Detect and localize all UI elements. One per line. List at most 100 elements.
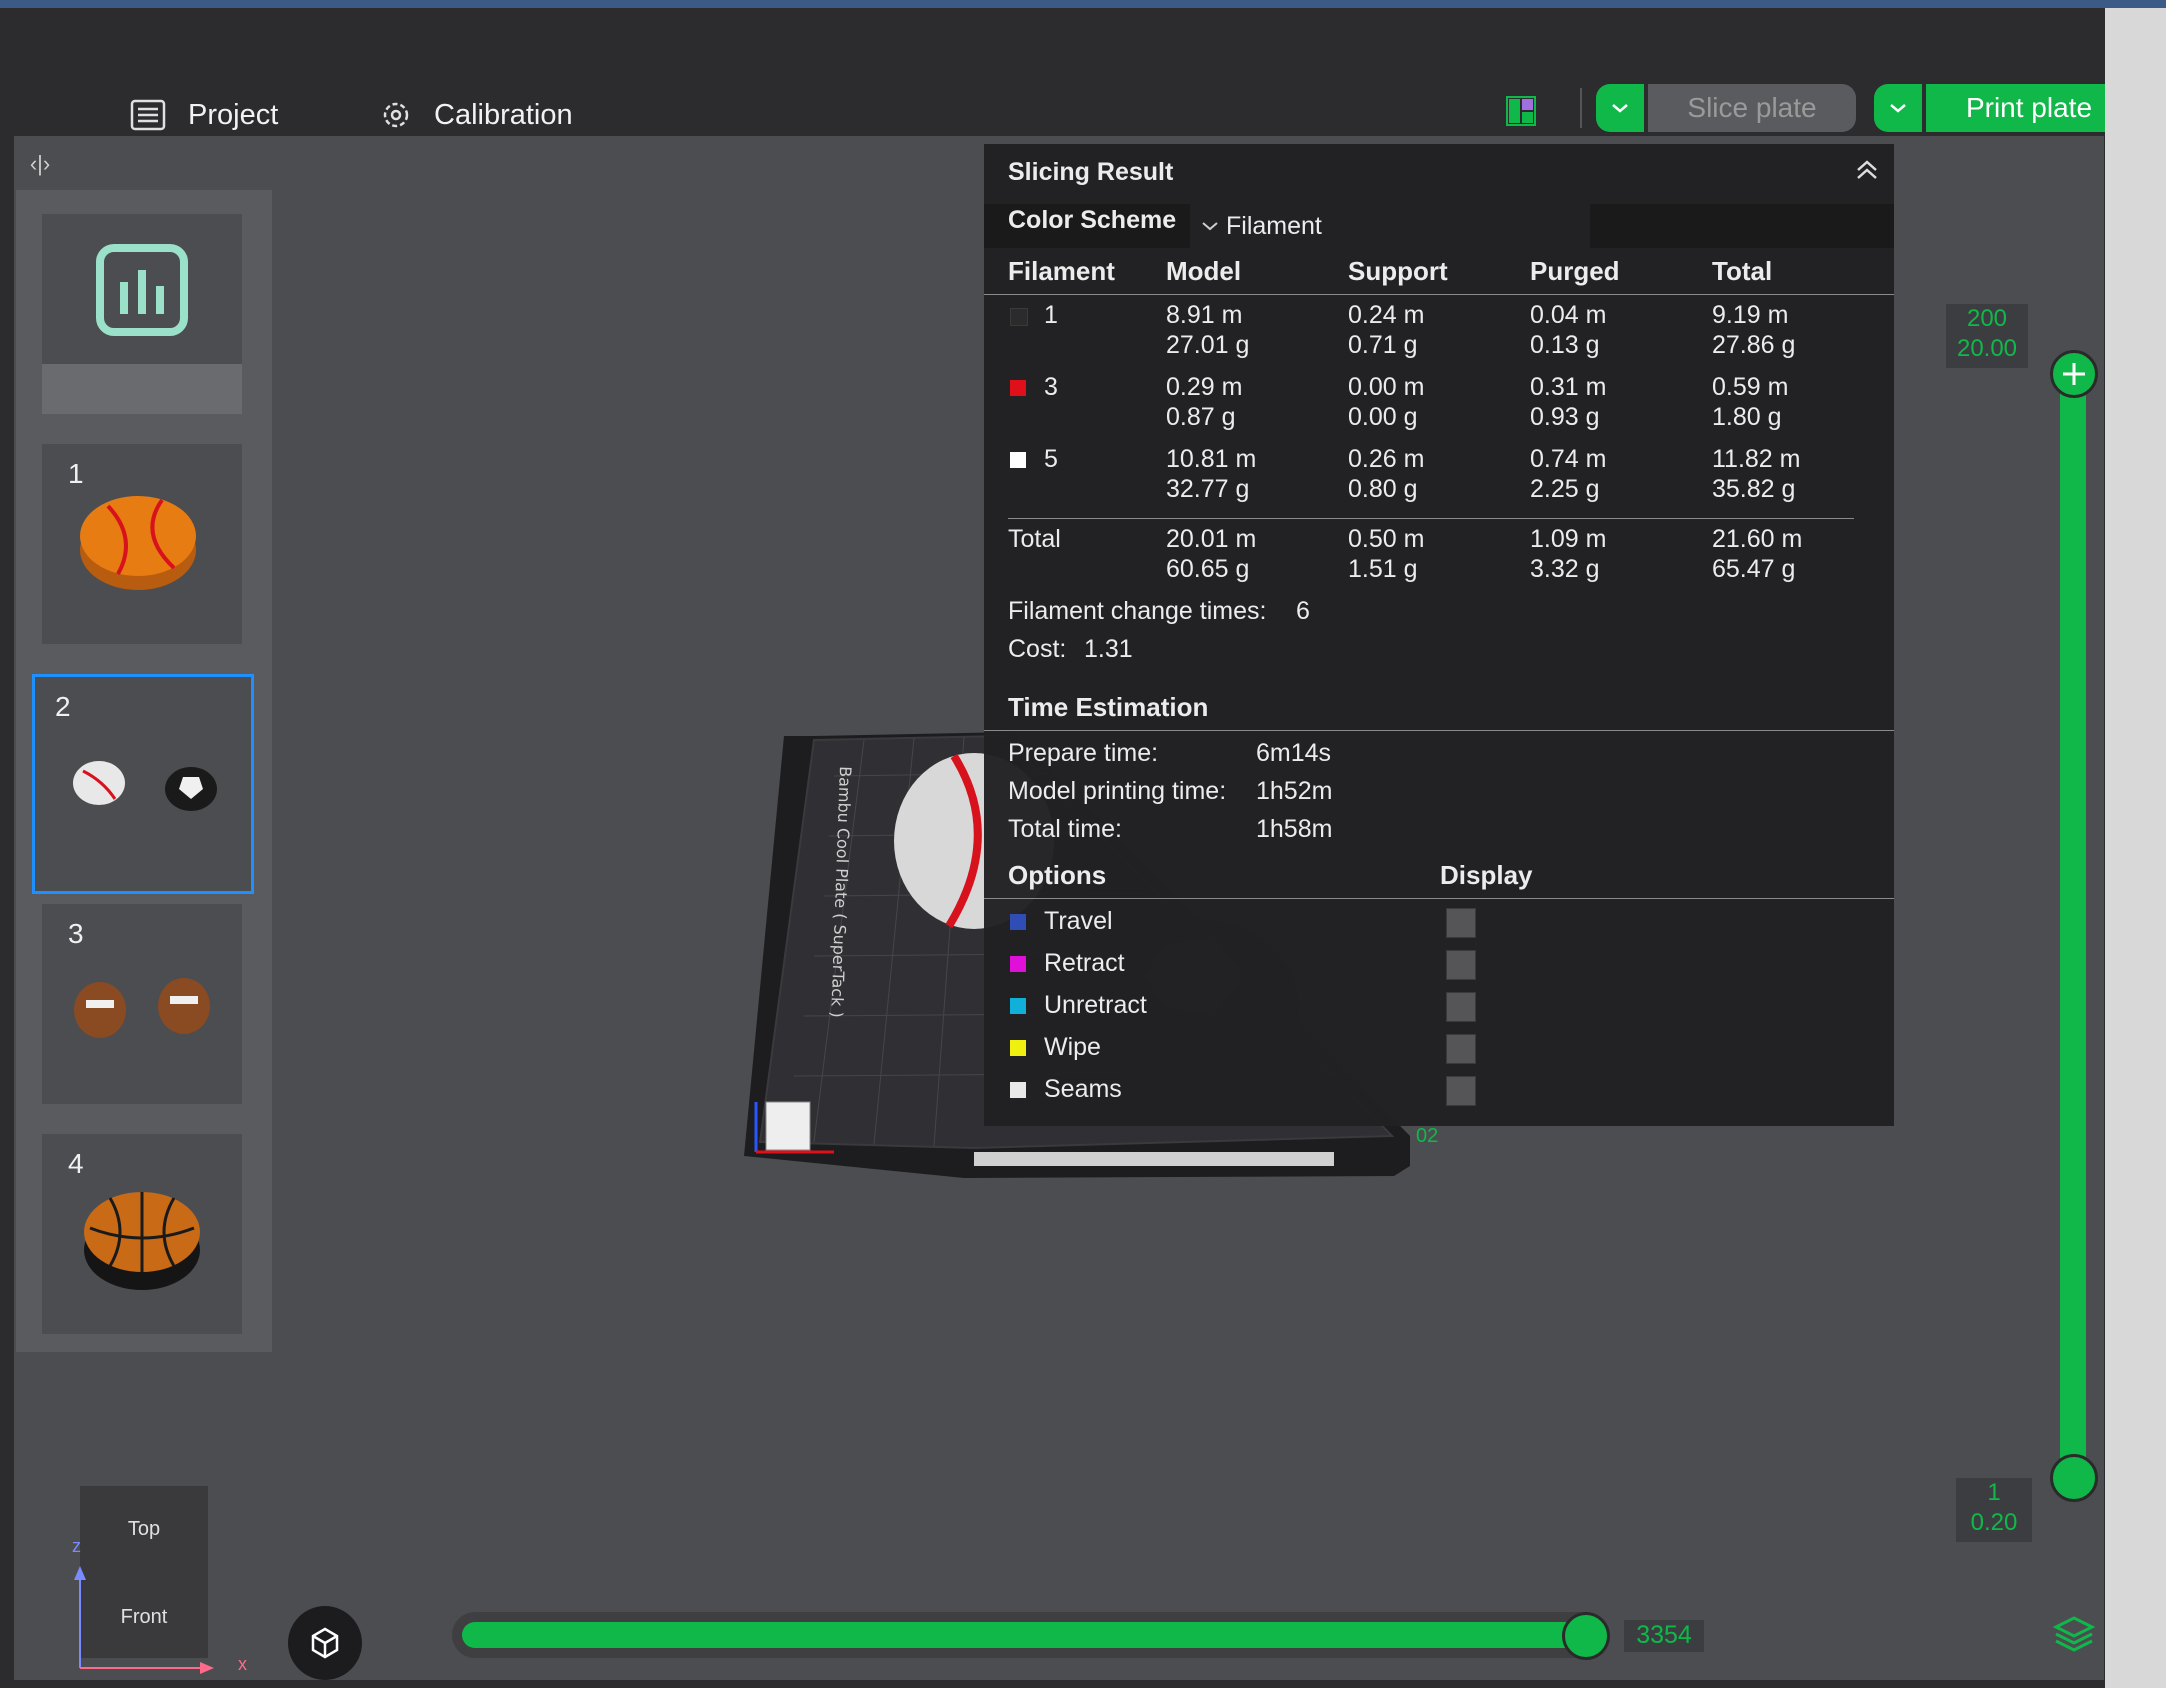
- plate-stats-bar: [42, 364, 242, 414]
- total-weight: 1.80 g: [1712, 403, 1782, 431]
- plate-thumb-1[interactable]: 1: [42, 444, 242, 644]
- unretract-color-swatch: [1010, 998, 1026, 1014]
- plate-number: 4: [68, 1148, 84, 1179]
- model-length: 8.91 m: [1166, 301, 1243, 329]
- view-top-label[interactable]: Top: [80, 1518, 208, 1541]
- support-length: 0.24 m: [1348, 301, 1425, 329]
- top-layer-handle[interactable]: [2050, 350, 2098, 398]
- print-options-dropdown[interactable]: [1874, 84, 1922, 132]
- total-purged-length: 1.09 m: [1530, 525, 1607, 553]
- plate-index-label: 02: [1416, 1125, 1438, 1147]
- total-time-label: Total time:: [1008, 815, 1122, 843]
- options-divider: [984, 898, 1894, 899]
- support-weight: 0.80 g: [1348, 475, 1418, 503]
- support-weight: 0.00 g: [1348, 403, 1418, 431]
- cost-value: 1.31: [1084, 635, 1133, 663]
- bottom-layer-handle[interactable]: [2050, 1454, 2098, 1502]
- total-weight: 27.86 g: [1712, 331, 1796, 359]
- move-slider[interactable]: [452, 1612, 1607, 1658]
- header-divider: [984, 294, 1894, 295]
- plate-thumb-2[interactable]: 2: [32, 674, 254, 894]
- top-layer-tag: 200 20.00: [1946, 304, 2028, 368]
- move-slider-value: 3354: [1624, 1620, 1704, 1652]
- time-divider: [984, 730, 1894, 731]
- chevron-down-icon: [1612, 104, 1628, 113]
- option-label: Retract: [1044, 949, 1125, 977]
- grand-total-weight: 65.47 g: [1712, 555, 1796, 583]
- calibration-menu[interactable]: Calibration: [380, 90, 573, 140]
- color-scheme-dropdown[interactable]: Filament: [1190, 204, 1590, 248]
- total-length: 11.82 m: [1712, 445, 1801, 473]
- move-slider-fill: [462, 1622, 1587, 1648]
- color-scheme-value: Filament: [1226, 212, 1322, 240]
- retract-display-checkbox[interactable]: [1446, 950, 1476, 980]
- model-time-value: 1h52m: [1256, 777, 1333, 805]
- filament-id: 5: [1044, 445, 1058, 473]
- layout-toggle-icon[interactable]: [1506, 96, 1536, 126]
- seams-color-swatch: [1010, 1082, 1026, 1098]
- unretract-display-checkbox[interactable]: [1446, 992, 1476, 1022]
- total-support-weight: 1.51 g: [1348, 555, 1418, 583]
- wipe-display-checkbox[interactable]: [1446, 1034, 1476, 1064]
- calibration-label: Calibration: [434, 98, 573, 131]
- chevron-down-icon: [1890, 104, 1906, 113]
- plus-icon: [2063, 363, 2085, 385]
- display-title: Display: [1440, 860, 1533, 890]
- seams-display-checkbox[interactable]: [1446, 1076, 1476, 1106]
- total-weight: 35.82 g: [1712, 475, 1796, 503]
- slice-options-dropdown[interactable]: [1596, 84, 1644, 132]
- x-axis-label: x: [238, 1654, 247, 1674]
- total-support-length: 0.50 m: [1348, 525, 1425, 553]
- top-layer-number: 200: [1966, 305, 2008, 332]
- header-support: Support: [1348, 256, 1448, 286]
- desktop-background: [2105, 8, 2166, 1688]
- total-model-weight: 60.65 g: [1166, 555, 1250, 583]
- purged-length: 0.74 m: [1530, 445, 1607, 473]
- window-top-strip: [0, 0, 2166, 8]
- filament-id: 1: [1044, 301, 1058, 329]
- model-weight: 32.77 g: [1166, 475, 1250, 503]
- chart-stats-icon: [96, 244, 188, 336]
- football-models: [74, 978, 210, 1038]
- move-slider-handle[interactable]: [1562, 1612, 1610, 1660]
- slicing-result-panel: Slicing Result Color Scheme Filament Fil…: [984, 144, 1894, 1126]
- collapse-chevron-up-icon[interactable]: [1854, 158, 1880, 182]
- options-title: Options: [1008, 860, 1107, 890]
- purged-weight: 0.13 g: [1530, 331, 1600, 359]
- project-label: Project: [188, 98, 279, 131]
- print-plate-button[interactable]: Print plate: [1926, 84, 2105, 132]
- purged-length: 0.31 m: [1530, 373, 1607, 401]
- project-menu[interactable]: Project: [130, 90, 278, 140]
- grand-total-length: 21.60 m: [1712, 525, 1803, 553]
- total-divider: [1008, 518, 1854, 519]
- purged-weight: 0.93 g: [1530, 403, 1600, 431]
- option-label: Seams: [1044, 1075, 1122, 1103]
- z-axis-label: z: [72, 1536, 81, 1556]
- reset-view-button[interactable]: [288, 1606, 362, 1680]
- total-row-label: Total: [1008, 525, 1061, 553]
- layer-range-slider[interactable]: [2060, 352, 2086, 1478]
- plate-thumb-3[interactable]: 3: [42, 904, 242, 1104]
- plate-number: 3: [68, 918, 84, 949]
- plate-thumb-4[interactable]: 4: [42, 1134, 242, 1334]
- calibration-gear-icon: [383, 102, 409, 128]
- travel-display-checkbox[interactable]: [1446, 908, 1476, 938]
- project-list-icon: [130, 99, 166, 131]
- baseball-soccer-models: [73, 761, 217, 811]
- layers-icon[interactable]: [2052, 1614, 2096, 1654]
- total-length: 9.19 m: [1712, 301, 1789, 329]
- sidebar-collapse-button[interactable]: ‹|›: [20, 148, 60, 180]
- total-model-length: 20.01 m: [1166, 525, 1257, 553]
- option-label: Wipe: [1044, 1033, 1101, 1061]
- option-label: Unretract: [1044, 991, 1147, 1019]
- model-weight: 27.01 g: [1166, 331, 1250, 359]
- slicing-result-title: Slicing Result: [1008, 158, 1174, 186]
- model-weight: 0.87 g: [1166, 403, 1236, 431]
- toolbar-divider: [1580, 88, 1582, 128]
- plate-stats-thumb[interactable]: [42, 214, 242, 414]
- baseball-orange-model: [80, 496, 196, 590]
- chevron-down-icon: [1202, 222, 1218, 231]
- model-length: 0.29 m: [1166, 373, 1243, 401]
- slice-plate-button[interactable]: Slice plate: [1648, 84, 1856, 132]
- support-length: 0.00 m: [1348, 373, 1425, 401]
